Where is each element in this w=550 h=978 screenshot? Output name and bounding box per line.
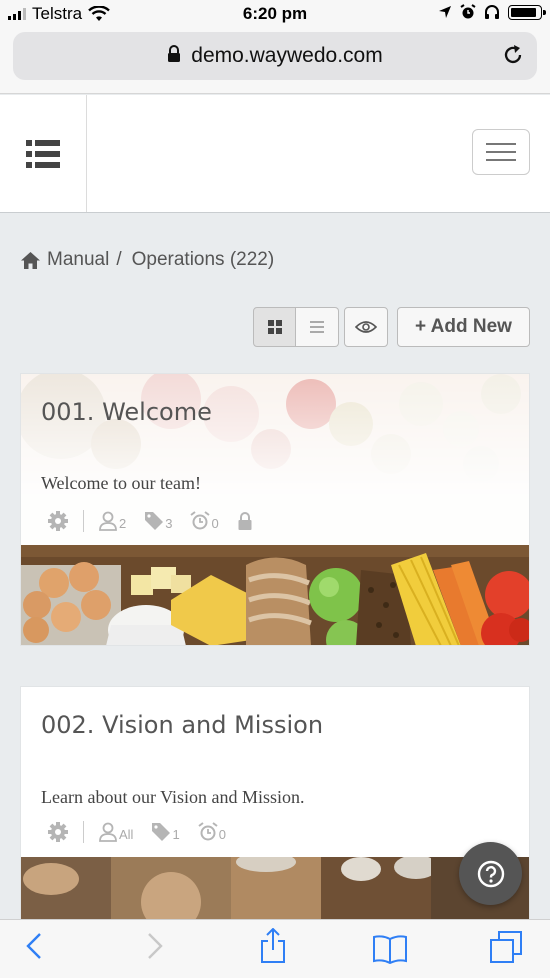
meta-divider (83, 821, 84, 843)
add-new-button[interactable]: + Add New (397, 307, 530, 347)
meta-divider (83, 510, 84, 532)
card-alarms-count: 0 (218, 827, 226, 842)
grid-view-button[interactable] (253, 307, 296, 347)
card-alarms[interactable]: 0 (198, 822, 226, 842)
list-view-button[interactable] (296, 307, 339, 347)
card-users-count: All (119, 827, 134, 842)
card-alarms-count: 0 (211, 516, 219, 531)
eye-icon (355, 321, 377, 333)
card-title[interactable]: 002. Vision and Mission (41, 711, 323, 739)
breadcrumb-manual-link[interactable]: Manual (47, 249, 109, 271)
share-icon[interactable] (259, 928, 287, 964)
address-display: demo.waywedo.com (13, 44, 537, 68)
visibility-toggle-button[interactable] (344, 307, 388, 347)
url-text: demo.waywedo.com (191, 44, 383, 67)
help-button[interactable] (459, 842, 522, 905)
grid-icon (267, 320, 282, 334)
alarm-icon (460, 4, 476, 19)
breadcrumb-current: Operations (222) (131, 249, 275, 270)
card-lock[interactable] (237, 511, 253, 531)
browser-address-area: demo.waywedo.com (0, 28, 550, 94)
card-tags-count: 1 (172, 827, 180, 842)
view-toggle-group (253, 307, 339, 347)
tag-icon (145, 512, 164, 530)
forward-icon[interactable] (147, 932, 163, 960)
browser-toolbar (0, 919, 550, 978)
question-circle-icon (477, 860, 504, 887)
card-users[interactable]: 2 (98, 511, 126, 531)
lock-icon (238, 511, 252, 530)
headphones-icon (485, 5, 499, 19)
address-bar[interactable]: demo.waywedo.com (13, 32, 537, 80)
gear-icon (48, 511, 68, 531)
user-icon (99, 822, 117, 842)
app-header (0, 95, 550, 213)
card-banner-image (21, 545, 529, 645)
bookmarks-icon[interactable] (372, 934, 408, 964)
home-icon (21, 251, 40, 269)
card-tags-count: 3 (165, 516, 173, 531)
card-users[interactable]: All (98, 822, 133, 842)
status-icons (438, 4, 546, 20)
manual-card[interactable]: 001. Welcome Welcome to our team! 2 3 0 (20, 373, 530, 646)
list-lines-icon (310, 321, 324, 333)
card-title[interactable]: 001. Welcome (41, 398, 212, 426)
card-description: Welcome to our team! (41, 473, 201, 493)
user-icon (99, 511, 117, 531)
navbar-toggle-button[interactable] (472, 129, 530, 175)
card-banner-image (21, 857, 529, 925)
card-alarms[interactable]: 0 (190, 511, 219, 531)
location-arrow-icon (439, 6, 451, 18)
back-icon[interactable] (26, 932, 42, 960)
gear-icon (48, 822, 68, 842)
card-settings-button[interactable] (47, 821, 69, 843)
card-users-count: 2 (119, 516, 127, 531)
tabs-icon[interactable] (489, 930, 523, 964)
alarm-clock-icon (198, 822, 218, 841)
reload-icon[interactable] (501, 43, 525, 67)
card-tags[interactable]: 3 (144, 511, 172, 531)
breadcrumb-separator: / (116, 249, 122, 270)
tag-icon (152, 823, 171, 841)
card-meta: 2 3 0 (47, 510, 271, 532)
breadcrumb: Manual / Operations (222) (20, 249, 274, 271)
card-settings-button[interactable] (47, 510, 69, 532)
lock-icon (168, 45, 181, 62)
alarm-clock-icon (190, 511, 211, 530)
manual-list-button[interactable] (0, 95, 87, 212)
card-description: Learn about our Vision and Mission. (41, 787, 305, 807)
card-meta: All 1 0 (47, 821, 244, 843)
battery-icon (508, 4, 546, 20)
list-icon (26, 139, 60, 168)
status-bar: Telstra 6:20 pm (0, 0, 550, 28)
manual-card[interactable]: 002. Vision and Mission Learn about our … (20, 686, 530, 926)
card-tags[interactable]: 1 (151, 822, 180, 842)
